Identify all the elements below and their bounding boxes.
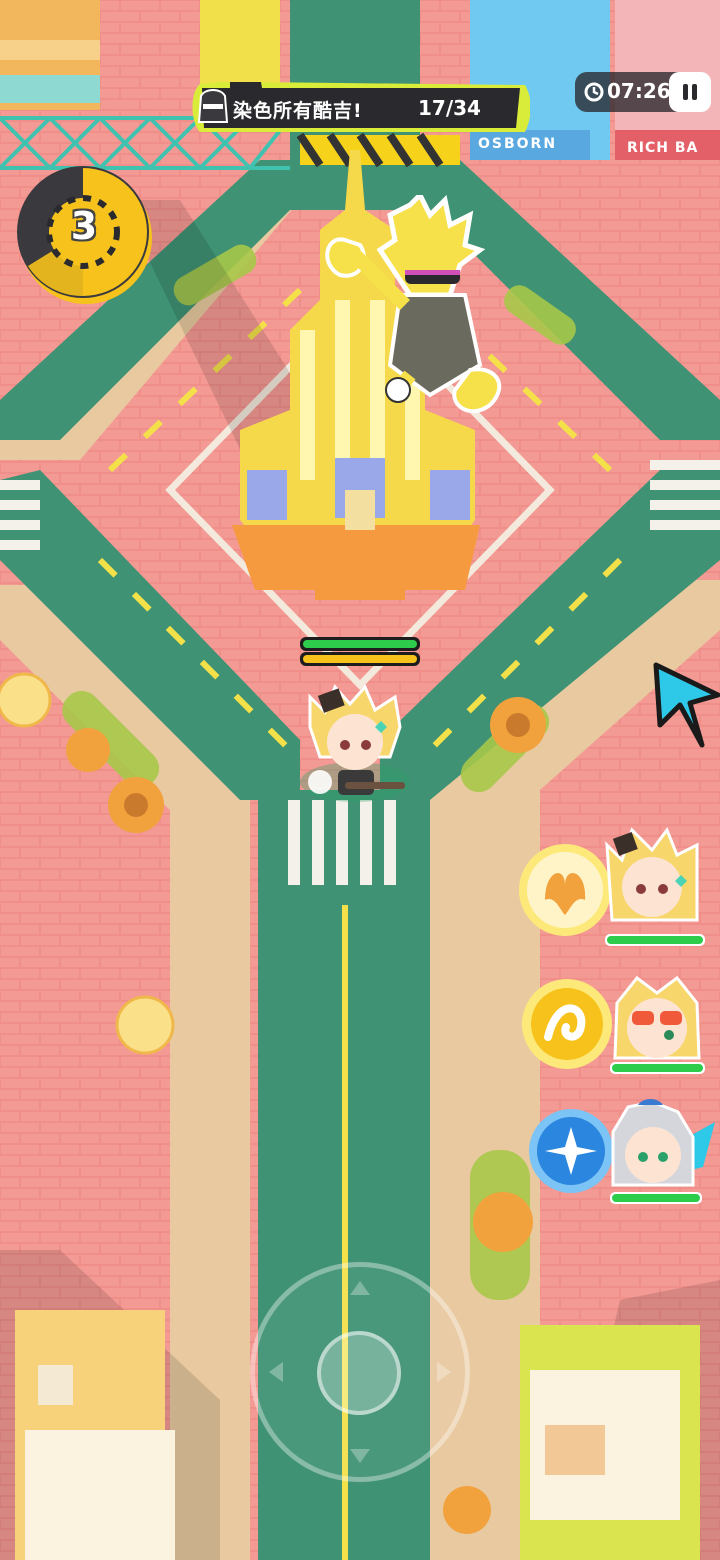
portrait-cat-ear-girl [605,826,699,922]
party-member-2-health-fill [612,1064,703,1072]
party-member-3-health-fill [612,1194,700,1202]
party-member-2[interactable] [515,965,715,1077]
party-member-1-health [605,934,705,946]
objective-banner: 染色所有酷吉! 17/34 [190,82,530,134]
player-energy-bar [300,652,420,666]
boss-sprite [325,195,502,414]
pause-button[interactable] [669,72,711,112]
pause-icon [683,84,697,100]
orange-swirl-icon [522,979,612,1069]
store-sign-osborn: OSBORN [478,136,558,152]
party-member-1-health-fill [607,936,703,944]
joystick-knob[interactable] [317,1331,401,1415]
portrait-sunglasses-girl [613,975,701,1060]
party-member-3[interactable] [525,1095,720,1207]
timer-text: 07:26 [607,79,671,103]
party-member-1[interactable] [515,825,715,950]
player-health-bar [300,637,420,651]
wave-count: 3 [70,204,98,248]
helmet-icon [197,89,229,123]
objective-progress: 17/34 [418,96,481,120]
store-sign-richba: RICH BA [627,140,699,156]
virtual-joystick[interactable] [250,1262,470,1482]
player-energy-fill [303,655,417,663]
objective-text: 染色所有酷吉! [233,100,363,122]
player-health-fill [303,640,417,648]
player-character [300,684,410,802]
direction-arrow-icon [653,662,720,748]
portrait-silver-hair-girl [611,1099,715,1187]
clock-icon [584,82,604,102]
party-member-2-health [610,1062,705,1074]
party-member-3-health [610,1192,702,1204]
